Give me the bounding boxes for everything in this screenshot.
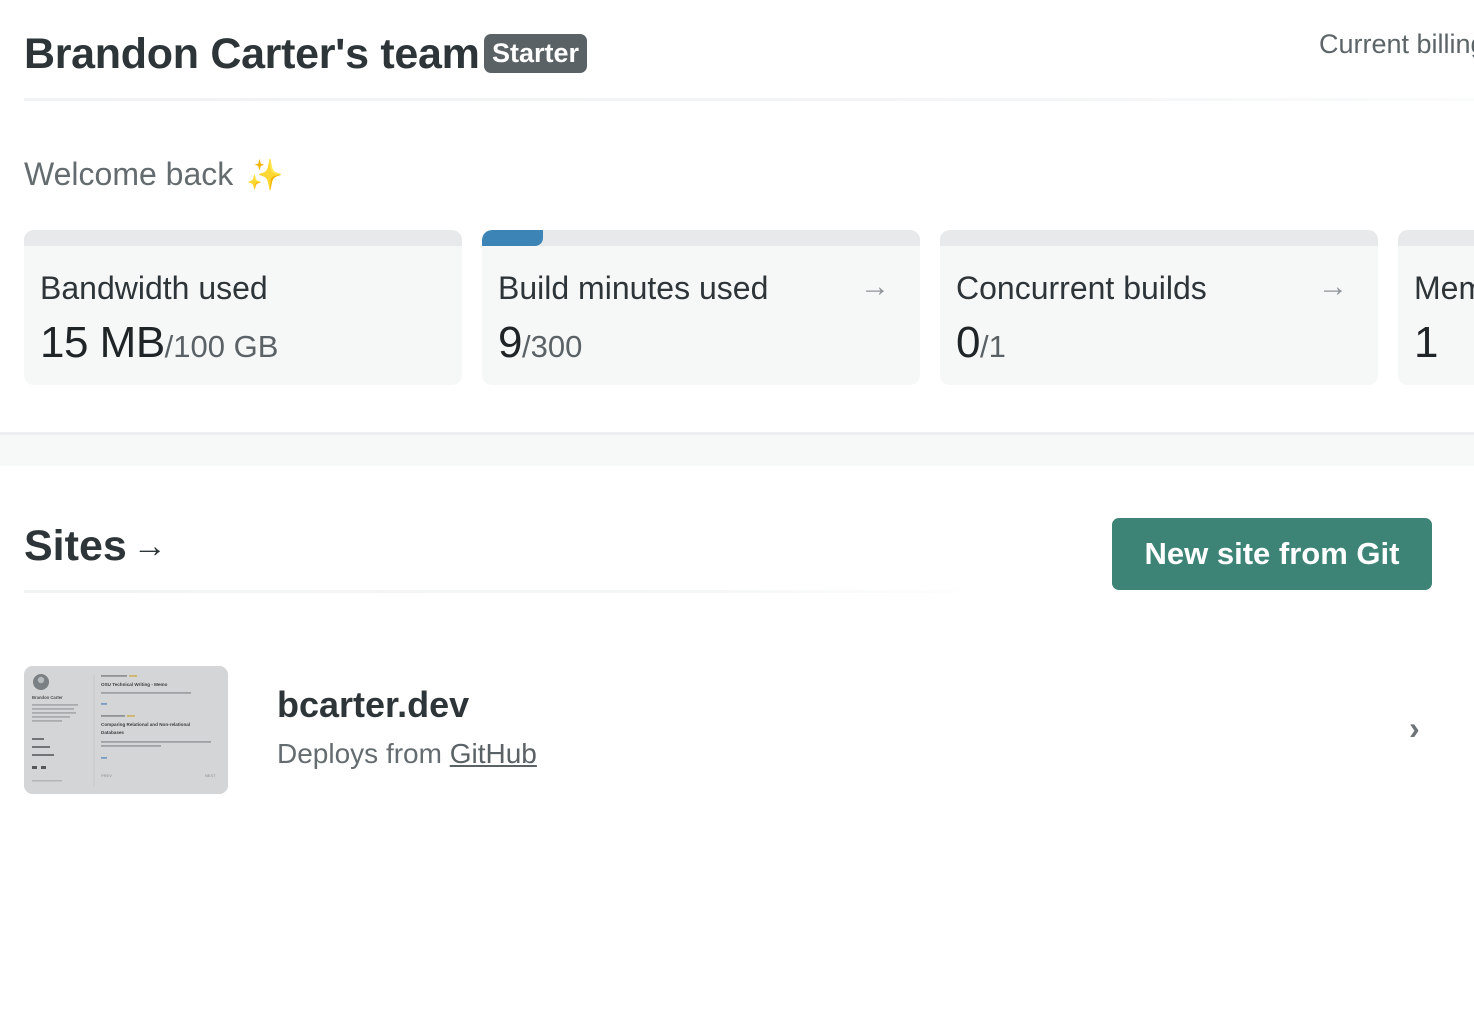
card-value: 9/300 (498, 318, 582, 368)
welcome-text: Welcome back (24, 156, 234, 192)
site-list-item[interactable]: Brandon Carter OSU Technical Writing - M… (24, 666, 1444, 794)
build-minutes-progress-bar (482, 230, 920, 246)
arrow-right-icon[interactable]: → (860, 270, 890, 304)
svg-text:Comparing Relational and Non-r: Comparing Relational and Non-relational (101, 722, 190, 727)
card-value: 1 (1414, 318, 1438, 368)
card-value-amount: 15 MB (40, 318, 165, 367)
arrow-right-icon[interactable]: → (1318, 270, 1348, 304)
bandwidth-card: Bandwidth used 15 MB/100 GB (24, 230, 462, 385)
sites-heading-link[interactable]: Sites → (24, 522, 167, 571)
card-label: Members (1414, 270, 1474, 306)
card-value-limit: /1 (979, 329, 1006, 364)
section-divider (0, 432, 1474, 466)
new-site-from-git-button[interactable]: New site from Git (1112, 518, 1432, 590)
card-value-amount: 1 (1414, 318, 1438, 367)
chevron-right-icon[interactable]: › (1409, 710, 1420, 747)
github-link[interactable]: GitHub (450, 738, 537, 769)
site-thumbnail: Brandon Carter OSU Technical Writing - M… (24, 666, 228, 794)
card-value-limit: /100 GB (164, 329, 279, 364)
svg-text:Brandon Carter: Brandon Carter (32, 695, 63, 700)
card-value-limit: /300 (521, 329, 583, 364)
members-card: Members 1 (1398, 230, 1474, 385)
build-minutes-progress-fill (482, 230, 544, 246)
card-label: Concurrent builds (956, 270, 1207, 306)
arrow-right-icon: → (132, 527, 167, 565)
current-billing-link[interactable]: Current billing (1319, 29, 1474, 60)
svg-text:NEXT: NEXT (205, 773, 216, 778)
team-header: Brandon Carter's team Starter Current bi… (24, 24, 1474, 80)
svg-text:Databases: Databases (101, 730, 124, 735)
card-value: 15 MB/100 GB (40, 318, 278, 368)
card-label: Bandwidth used (40, 270, 268, 306)
concurrent-builds-card[interactable]: Concurrent builds → 0/1 (940, 230, 1378, 385)
sites-heading: Sites (24, 522, 127, 570)
site-preview-image: Brandon Carter OSU Technical Writing - M… (24, 666, 228, 794)
site-deploy-info: Deploys from GitHub (277, 738, 537, 770)
sparkles-icon: ✨ (246, 159, 284, 192)
team-overview-page: Brandon Carter's team Starter Current bi… (0, 0, 1474, 1030)
deploy-prefix: Deploys from (277, 738, 450, 769)
welcome-message: Welcome back ✨ (24, 156, 284, 193)
members-progress-bar (1398, 230, 1474, 246)
svg-text:OSU Technical Writing - Memo: OSU Technical Writing - Memo (101, 682, 168, 687)
usage-cards: Bandwidth used 15 MB/100 GB Build minute… (24, 230, 1474, 386)
site-name[interactable]: bcarter.dev (277, 684, 469, 726)
svg-text:PREV: PREV (101, 773, 112, 778)
plan-badge: Starter (484, 34, 588, 73)
card-value-amount: 0 (956, 318, 980, 367)
sites-divider (24, 590, 1004, 593)
build-minutes-card[interactable]: Build minutes used → 9/300 (482, 230, 920, 385)
bandwidth-progress-bar (24, 230, 462, 246)
concurrent-builds-progress-bar (940, 230, 1378, 246)
card-value: 0/1 (956, 318, 1006, 368)
team-title: Brandon Carter's team (24, 30, 480, 78)
header-divider (24, 98, 1474, 101)
card-value-amount: 9 (498, 318, 522, 367)
card-label: Build minutes used (498, 270, 769, 306)
